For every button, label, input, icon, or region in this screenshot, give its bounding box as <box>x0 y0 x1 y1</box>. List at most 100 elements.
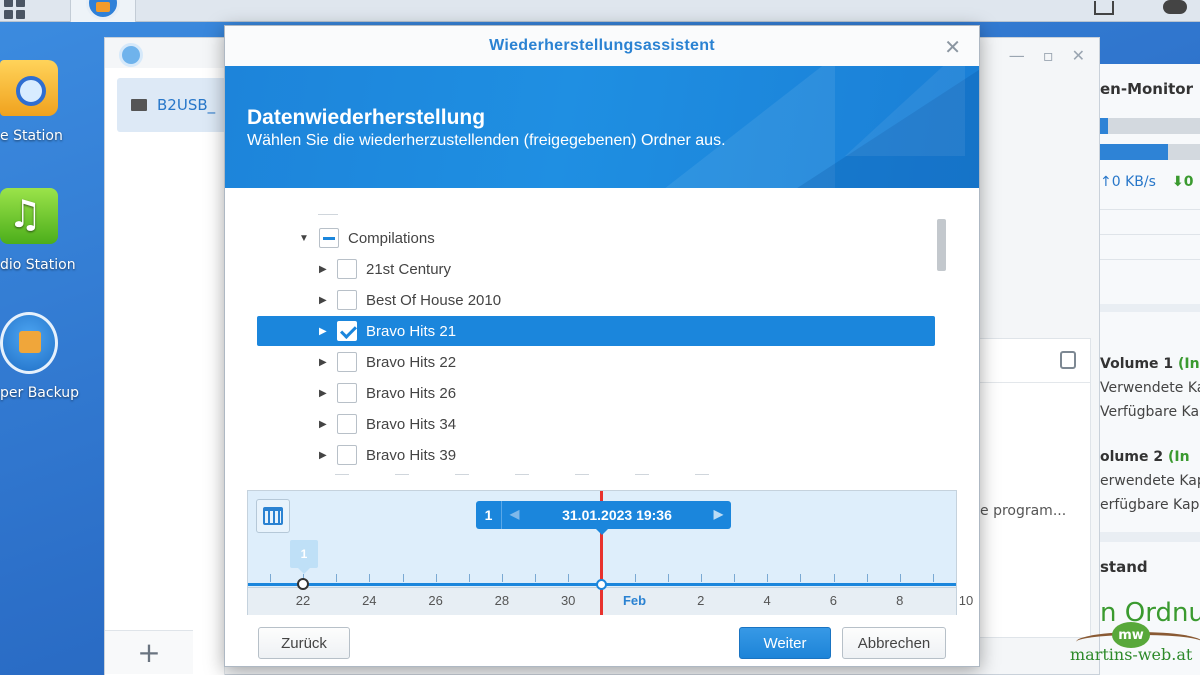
timeline-tick-label: 6 <box>829 593 837 608</box>
expand-arrow-right-icon[interactable]: ▶ <box>319 264 327 275</box>
tree-node[interactable]: ▶ 21st Century <box>257 254 935 284</box>
restore-wizard-dialog: Wiederherstellungsassistent ✕ Datenwiede… <box>224 25 980 667</box>
hard-drive-icon <box>131 99 147 111</box>
watermark-logo: mw martins-web.at <box>1064 622 1200 672</box>
tree-node-selected[interactable]: ▶ Bravo Hits 21 <box>257 316 935 346</box>
tree-scrollbar[interactable] <box>937 219 946 271</box>
backup-icon <box>0 312 58 374</box>
task-detail-text: e program... <box>980 503 1067 519</box>
timeline-tick-label: Feb <box>622 593 647 608</box>
desktop-icon-label: per Backup <box>0 385 80 401</box>
selected-version-point[interactable] <box>596 579 607 590</box>
timeline-tick <box>700 574 702 582</box>
expand-arrow-down-icon[interactable]: ▼ <box>299 233 309 244</box>
volume-2-free: erfügbare Kap <box>1100 497 1200 513</box>
timeline-tick <box>535 574 537 582</box>
timeline-tick <box>634 574 636 582</box>
music-note-icon <box>0 188 58 244</box>
volume-2-title: olume 2 (In <box>1100 449 1190 465</box>
folder-checkbox[interactable] <box>337 352 357 372</box>
tree-scroll-hint <box>335 474 715 475</box>
folder-checkbox[interactable] <box>337 445 357 465</box>
folder-checkbox[interactable] <box>337 290 357 310</box>
timeline-tick-label: 30 <box>560 593 576 608</box>
tree-scroll-hint <box>318 214 338 215</box>
expand-arrow-right-icon[interactable]: ▶ <box>319 419 327 430</box>
folder-checkbox[interactable] <box>337 321 357 341</box>
timeline-tick <box>800 574 802 582</box>
divider <box>1100 259 1200 260</box>
calendar-button[interactable] <box>256 499 290 533</box>
tree-node-label: 21st Century <box>366 260 452 278</box>
expand-arrow-right-icon[interactable]: ▶ <box>319 357 327 368</box>
close-icon[interactable]: ✕ <box>1072 46 1085 65</box>
grid-icon <box>3 0 25 19</box>
maximize-icon[interactable]: ▫ <box>1043 46 1054 65</box>
timeline-tick-label: 2 <box>697 593 705 608</box>
timeline-tick <box>468 574 470 582</box>
folder-checkbox[interactable] <box>337 259 357 279</box>
dialog-title: Wiederherstellungsassistent <box>225 26 979 66</box>
download-button[interactable] <box>1090 0 1118 22</box>
next-button[interactable]: Weiter <box>739 627 831 659</box>
expand-arrow-right-icon[interactable]: ▶ <box>319 326 327 337</box>
resource-monitor-widget: en-Monitor ↑0 KB/s ⬇0 <box>1100 64 1200 304</box>
timeline-tick-label: 22 <box>295 593 311 608</box>
tree-node-label: Bravo Hits 26 <box>366 384 457 402</box>
widget-title: en-Monitor <box>1100 80 1194 98</box>
volume-1-free: Verfügbare Kap <box>1100 404 1200 420</box>
timeline-tick <box>402 574 404 582</box>
tree-node-label: Bravo Hits 34 <box>366 415 457 433</box>
tree-node[interactable]: ▶ Best Of House 2010 <box>257 285 935 315</box>
volume-2-label: olume 2 <box>1100 449 1164 465</box>
timeline-tick <box>502 574 504 582</box>
cancel-button[interactable]: Abbrechen <box>842 627 946 659</box>
minimize-icon[interactable]: — <box>1009 46 1025 65</box>
calendar-icon <box>263 507 283 525</box>
volume-1-title: Volume 1 (In <box>1100 356 1200 372</box>
tree-node[interactable]: ▶ Bravo Hits 39 <box>257 440 935 470</box>
version-timeline: 22 24 26 28 30 Feb 2 4 6 8 10 1 1 ◀ 31.01.2023 19:… <box>247 490 973 615</box>
timeline-tick <box>899 574 901 582</box>
folder-checkbox[interactable] <box>337 414 357 434</box>
expand-arrow-right-icon[interactable]: ▶ <box>319 450 327 461</box>
timeline-tick <box>568 574 570 582</box>
tree-node[interactable]: ▶ Bravo Hits 22 <box>257 347 935 377</box>
tree-node-compilations[interactable]: ▼ Compilations <box>257 223 935 253</box>
tree-node[interactable]: ▶ Bravo Hits 34 <box>257 409 935 439</box>
previous-version-icon[interactable]: ◀ <box>510 507 519 521</box>
volume-2-status: (In <box>1167 449 1190 465</box>
timeline-tick <box>833 574 835 582</box>
main-menu-button[interactable] <box>0 0 28 22</box>
banner-title: Datenwiederherstellung <box>247 106 486 129</box>
version-count-bubble[interactable]: 1 <box>290 540 318 574</box>
folder-tree: ▼ Compilations ▶ 21st Century ▶ Best Of … <box>225 204 979 480</box>
timeline-tick <box>435 574 437 582</box>
taskbar-app-hyper-backup[interactable] <box>70 0 136 22</box>
notifications-button[interactable] <box>1158 0 1192 22</box>
back-button[interactable]: Zurück <box>258 627 350 659</box>
chat-icon <box>1163 0 1187 14</box>
next-version-icon[interactable]: ▶ <box>714 507 723 521</box>
timeline-tick-label: 4 <box>763 593 771 608</box>
backup-task-list <box>105 68 225 675</box>
tree-node-label: Best Of House 2010 <box>366 291 502 309</box>
user-lock-icon[interactable] <box>1060 351 1076 369</box>
close-icon[interactable]: ✕ <box>944 35 961 59</box>
storage-widget: Volume 1 (In Verwendete Kap Verfügbare K… <box>1100 312 1200 532</box>
search-folder-icon <box>0 60 58 116</box>
folder-checkbox[interactable] <box>319 228 339 248</box>
window-controls: — ▫ ✕ <box>1009 46 1085 65</box>
timeline-tick <box>734 574 736 582</box>
widget-column: en-Monitor ↑0 KB/s ⬇0 Volume 1 (In Verwe… <box>1100 64 1200 675</box>
timeline-tick-label: 28 <box>494 593 510 608</box>
add-task-button[interactable]: + <box>105 630 193 674</box>
expand-arrow-right-icon[interactable]: ▶ <box>319 388 327 399</box>
backup-icon <box>86 0 120 20</box>
tree-node[interactable]: ▶ Bravo Hits 26 <box>257 378 935 408</box>
backup-task-label: B2USB_ <box>157 96 216 114</box>
folder-checkbox[interactable] <box>337 383 357 403</box>
wizard-banner: Datenwiederherstellung Wählen Sie die wi… <box>225 66 979 188</box>
expand-arrow-right-icon[interactable]: ▶ <box>319 295 327 306</box>
timeline-tick-label: 26 <box>428 593 443 608</box>
